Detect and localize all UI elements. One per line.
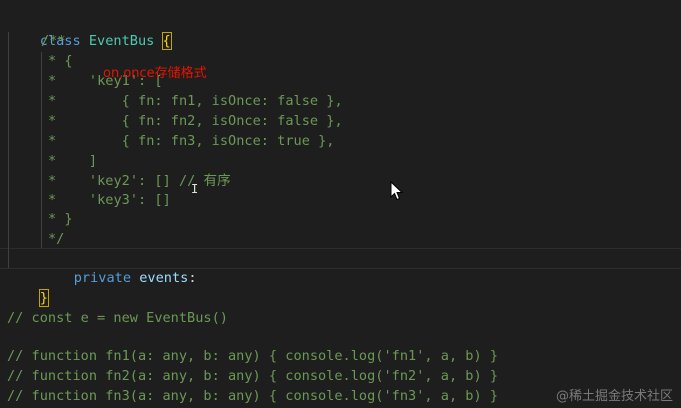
comment-line[interactable]: * { fn: fn1, isOnce: false }, — [48, 91, 343, 111]
comment-line[interactable]: // const e = new EventBus() — [7, 308, 228, 328]
comment-text: * { fn: fn2, isOnce: false }, — [48, 113, 343, 129]
indent-guide — [41, 52, 42, 248]
comment-line[interactable]: * { fn: fn2, isOnce: false }, — [48, 111, 343, 131]
comment-line[interactable]: /** — [41, 31, 66, 51]
comment-text: * { fn: fn1, isOnce: false }, — [48, 93, 343, 109]
code-editor[interactable]: class EventBus { /** * { * 'key1': [ * {… — [0, 0, 681, 408]
open-brace: { — [161, 32, 172, 50]
comment-text: */ — [48, 231, 65, 247]
field-colon: : — [188, 270, 197, 286]
code-line-close-brace[interactable]: } — [7, 268, 49, 307]
comment-text: // function fn2(a: any, b: any) { consol… — [7, 368, 499, 384]
comment-text: // function fn1(a: any, b: any) { consol… — [7, 348, 499, 364]
code-line-class-declaration[interactable]: class EventBus { — [7, 11, 172, 50]
comment-text: * { fn: fn3, isOnce: true }, — [48, 133, 335, 149]
comment-text: * 'key3': [] — [48, 192, 171, 208]
watermark: @稀土掘金技术社区 — [555, 389, 673, 404]
mouse-pointer-icon — [390, 180, 404, 205]
comment-line[interactable]: * } — [48, 209, 73, 229]
comment-line[interactable]: * { fn: fn3, isOnce: true }, — [48, 131, 334, 151]
comment-line[interactable]: * ] — [48, 151, 97, 171]
comment-text: * ] — [48, 153, 98, 169]
field-name: events — [139, 270, 189, 286]
comment-line[interactable]: * 'key2': [] // 有序 — [48, 171, 231, 191]
comment-line[interactable]: // function fn3(a: any, b: any) { consol… — [7, 386, 498, 406]
comment-text: * 'key2': [] // 有序 — [48, 173, 231, 189]
comment-text: * } — [48, 211, 73, 227]
comment-text: // function fn3(a: any, b: any) { consol… — [7, 388, 499, 404]
text-cursor-icon: I — [191, 182, 199, 196]
comment-text: // const e = new EventBus() — [7, 310, 228, 326]
class-name: EventBus — [88, 33, 155, 49]
comment-line[interactable]: */ — [48, 229, 64, 249]
comment-text: * { — [48, 53, 73, 69]
comment-text: /** — [41, 33, 66, 49]
close-brace: } — [38, 289, 49, 307]
comment-line[interactable]: * 'key3': [] — [48, 190, 171, 210]
code-line-field-declaration[interactable]: private events: — [41, 248, 197, 286]
storage-format-annotation: on,once存储格式 — [103, 66, 207, 81]
comment-line[interactable]: * { — [48, 51, 73, 71]
private-keyword: private — [73, 270, 132, 286]
comment-line[interactable]: // function fn2(a: any, b: any) { consol… — [7, 366, 498, 386]
comment-line[interactable]: // function fn1(a: any, b: any) { consol… — [7, 346, 498, 366]
